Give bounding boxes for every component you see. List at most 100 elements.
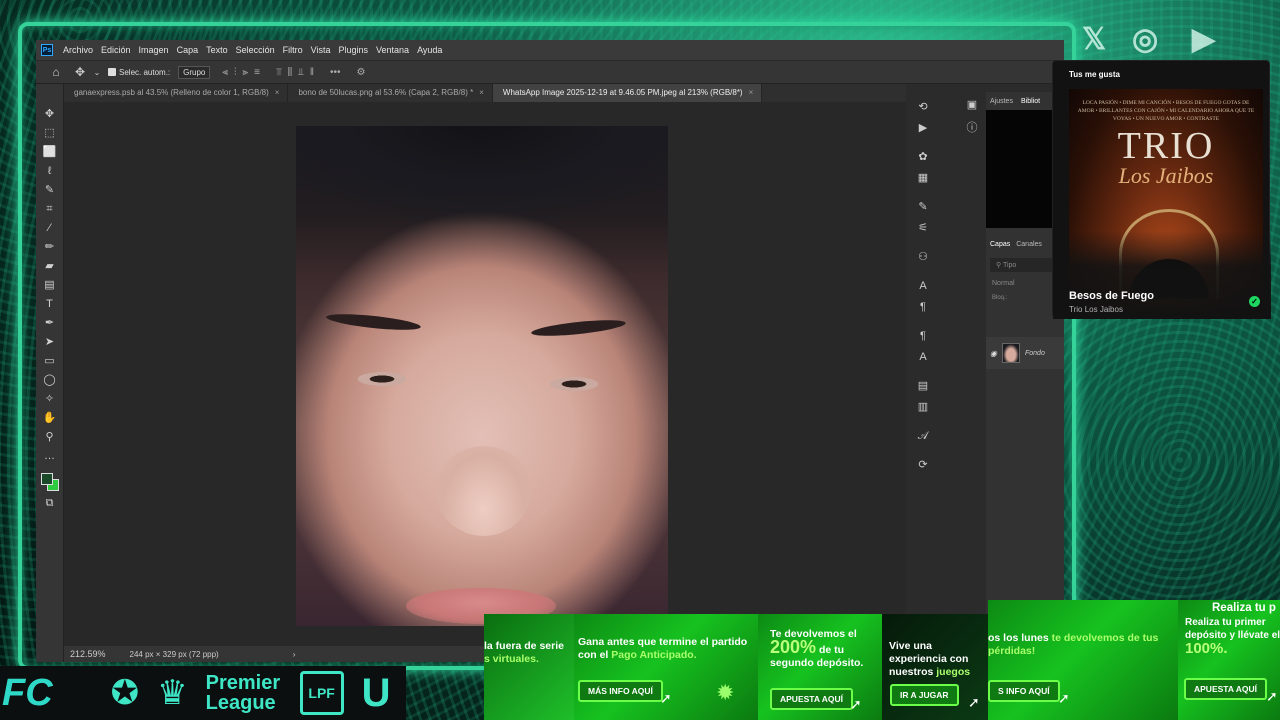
- ad-banner-5[interactable]: os los lunes te devolvemos de tus pérdid…: [988, 600, 1178, 720]
- color-icon[interactable]: ✿: [918, 150, 927, 164]
- status-arrow-icon[interactable]: ›: [293, 650, 296, 659]
- marquee-tool-icon[interactable]: ⬜: [42, 146, 58, 159]
- checkbox-box[interactable]: [108, 68, 116, 76]
- home-icon[interactable]: ⌂: [44, 65, 68, 79]
- more-options-icon[interactable]: •••: [330, 67, 341, 78]
- type-tool-icon[interactable]: T: [42, 298, 58, 311]
- rectangle-tool-icon[interactable]: ▭: [42, 355, 58, 368]
- quick-select-tool-icon[interactable]: ✎: [42, 184, 58, 197]
- glyphs-icon[interactable]: 𝒜: [918, 429, 928, 443]
- timeline-icon[interactable]: ⟳: [918, 458, 927, 472]
- distribute-icon[interactable]: ≡: [254, 67, 260, 78]
- eye-icon[interactable]: ◉: [990, 349, 997, 358]
- move-tool-icon[interactable]: ✥: [68, 65, 92, 79]
- distribute-vertical-icon[interactable]: ‖: [310, 67, 314, 78]
- swatches-icon[interactable]: ▦: [918, 171, 928, 185]
- chevron-down-icon[interactable]: ⌄: [92, 68, 102, 77]
- actions-play-icon[interactable]: ▶: [919, 121, 927, 135]
- align-middle-icon[interactable]: ⫼: [288, 67, 293, 78]
- menu-seleccion[interactable]: Selección: [232, 45, 279, 55]
- crop-tool-icon[interactable]: ⌗: [42, 203, 58, 216]
- character-icon[interactable]: A: [919, 279, 926, 293]
- properties-icon[interactable]: ▤: [918, 379, 928, 393]
- menu-imagen[interactable]: Imagen: [135, 45, 173, 55]
- tab-ganaexpress[interactable]: ganaexpress.psb al 43.5% (Relleno de col…: [64, 84, 289, 102]
- menu-vista[interactable]: Vista: [307, 45, 335, 55]
- more-tools-icon[interactable]: …: [42, 450, 58, 463]
- tab-canales[interactable]: Canales: [1016, 241, 1042, 248]
- layer-row[interactable]: ◉ Fondo: [986, 337, 1064, 369]
- tab-whatsapp-image[interactable]: WhatsApp Image 2025-12-19 at 9.46.05 PM.…: [492, 84, 763, 102]
- banner-4-highlight: juegos: [936, 666, 971, 678]
- auto-select-checkbox[interactable]: Selec. autom.:: [108, 68, 170, 77]
- quick-mask-icon[interactable]: ⧉: [42, 497, 58, 510]
- paragraph-styles-icon[interactable]: ¶: [920, 329, 926, 343]
- eyedropper-tool-icon[interactable]: ⁄: [42, 222, 58, 235]
- gear-icon[interactable]: ⚙: [357, 67, 366, 78]
- foreground-color[interactable]: [40, 473, 53, 485]
- banner-6-title: Realiza tu p: [1212, 602, 1276, 614]
- bet-here-button-2[interactable]: APUESTA AQUÍ: [1184, 678, 1267, 700]
- menu-filtro[interactable]: Filtro: [279, 45, 307, 55]
- gradient-tool-icon[interactable]: ▤: [42, 279, 58, 292]
- align-top-icon[interactable]: ⫪: [276, 67, 282, 78]
- brush-settings-icon[interactable]: ⚟: [918, 221, 928, 235]
- toolbox: ✥ ⬚ ⬜ ℓ ✎ ⌗ ⁄ ✏ ▰ ▤ T ✒ ➤ ▭ ◯ ✧ ✋ ⚲ … ⧉: [36, 84, 64, 662]
- path-select-tool-icon[interactable]: ➤: [42, 336, 58, 349]
- align-right-icon[interactable]: ⫸: [243, 67, 249, 78]
- menu-plugins[interactable]: Plugins: [335, 45, 373, 55]
- hand-tool-icon[interactable]: ✋: [42, 412, 58, 425]
- ad-banner-6[interactable]: Realiza tu p Realiza tu primer depósito …: [1178, 600, 1280, 720]
- notes-icon[interactable]: ▥: [918, 400, 928, 414]
- ad-banner-4[interactable]: Vive una experiencia con nuestros juegos…: [882, 614, 988, 720]
- ad-banner-1[interactable]: la fuera de serie s virtuales.: [484, 614, 574, 720]
- tab-bono[interactable]: bono de 50lucas.png al 53.6% (Capa 2, RG…: [288, 84, 493, 102]
- lasso-tool-icon[interactable]: ℓ: [42, 165, 58, 178]
- layer-filter-input[interactable]: ⚲ Tipo: [990, 258, 1060, 272]
- color-swatches[interactable]: [40, 473, 59, 491]
- ad-banner-2[interactable]: Gana antes que termine el partido con el…: [574, 614, 758, 720]
- canvas-area[interactable]: [64, 102, 906, 646]
- close-icon[interactable]: ×: [479, 88, 484, 97]
- custom-shape-tool-icon[interactable]: ✧: [42, 393, 58, 406]
- zoom-level[interactable]: 212.59%: [70, 649, 106, 659]
- ellipse-tool-icon[interactable]: ◯: [42, 374, 58, 387]
- auto-select-dropdown[interactable]: Grupo: [178, 65, 211, 79]
- brushes-icon[interactable]: ✎: [918, 200, 927, 214]
- brush-tool-icon[interactable]: ✏: [42, 241, 58, 254]
- tab-bibliotecas[interactable]: Bibliot: [1021, 98, 1040, 105]
- more-info-button[interactable]: MÁS INFO AQUÍ: [578, 680, 663, 702]
- history-icon[interactable]: ⟲: [918, 100, 927, 114]
- close-icon[interactable]: ×: [275, 88, 280, 97]
- layer-name[interactable]: Fondo: [1025, 350, 1045, 357]
- align-left-icon[interactable]: ⫷: [222, 67, 228, 78]
- paragraph-icon[interactable]: ¶: [920, 300, 926, 314]
- play-button[interactable]: IR A JUGAR: [890, 684, 959, 706]
- ad-banner-3[interactable]: Te devolvemos el 200% de tu segundo depó…: [758, 614, 882, 720]
- info-icon[interactable]: ⓘ: [967, 119, 978, 135]
- align-center-icon[interactable]: ⫶: [234, 67, 237, 78]
- menu-ayuda[interactable]: Ayuda: [413, 45, 446, 55]
- banner-4-text: Vive una experiencia con nuestros juegos: [889, 640, 988, 679]
- document-image[interactable]: [296, 126, 668, 626]
- move-tool-icon[interactable]: ✥: [42, 108, 58, 121]
- menu-edicion[interactable]: Edición: [97, 45, 135, 55]
- artboard-tool-icon[interactable]: ⬚: [42, 127, 58, 140]
- tab-capas[interactable]: Capas: [990, 241, 1010, 248]
- menu-texto[interactable]: Texto: [202, 45, 232, 55]
- pen-tool-icon[interactable]: ✒: [42, 317, 58, 330]
- tab-ajustes[interactable]: Ajustes: [990, 98, 1013, 105]
- character-styles-icon[interactable]: A: [919, 350, 926, 364]
- instagram-icon: ◎: [1132, 23, 1159, 56]
- clone-source-icon[interactable]: ⚇: [918, 250, 928, 264]
- zoom-tool-icon[interactable]: ⚲: [42, 431, 58, 444]
- menu-archivo[interactable]: Archivo: [59, 45, 97, 55]
- bet-here-button[interactable]: APUESTA AQUÍ: [770, 688, 853, 710]
- more-info-button-2[interactable]: S INFO AQUÍ: [988, 680, 1060, 702]
- menu-capa[interactable]: Capa: [173, 45, 203, 55]
- libraries-icon[interactable]: ▣: [967, 98, 977, 111]
- align-bottom-icon[interactable]: ⫫: [298, 67, 304, 78]
- menu-ventana[interactable]: Ventana: [372, 45, 413, 55]
- eraser-tool-icon[interactable]: ▰: [42, 260, 58, 273]
- close-icon[interactable]: ×: [749, 88, 754, 97]
